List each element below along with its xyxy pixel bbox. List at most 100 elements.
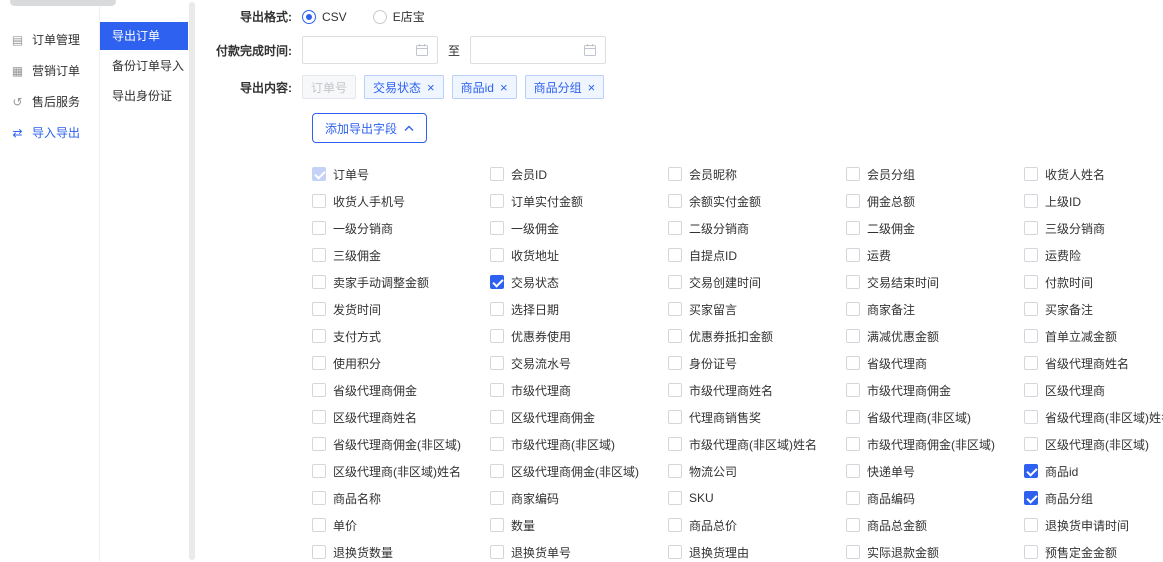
export-field-item[interactable]: 余额实付金额: [668, 192, 846, 210]
field-checkbox[interactable]: [668, 302, 682, 316]
export-field-item[interactable]: 商品总价: [668, 516, 846, 534]
field-checkbox[interactable]: [846, 410, 860, 424]
field-checkbox[interactable]: [1024, 167, 1038, 181]
field-checkbox[interactable]: [846, 221, 860, 235]
tag-close-icon[interactable]: ×: [427, 81, 435, 94]
field-checkbox[interactable]: [668, 437, 682, 451]
export-field-item[interactable]: 买家备注: [1024, 300, 1163, 318]
export-field-item[interactable]: 区级代理商佣金: [490, 408, 668, 426]
field-checkbox[interactable]: [668, 383, 682, 397]
export-field-item[interactable]: 卖家手动调整金额: [312, 273, 490, 291]
export-field-item[interactable]: 付款时间: [1024, 273, 1163, 291]
field-checkbox[interactable]: [1024, 302, 1038, 316]
export-field-item[interactable]: 订单实付金额: [490, 192, 668, 210]
field-checkbox[interactable]: [490, 545, 504, 559]
export-field-item[interactable]: 退换货申请时间: [1024, 516, 1163, 534]
field-checkbox[interactable]: [490, 248, 504, 262]
calendar-icon[interactable]: [583, 43, 597, 57]
field-checkbox[interactable]: [668, 329, 682, 343]
export-field-item[interactable]: SKU: [668, 489, 846, 507]
export-field-item[interactable]: 收货地址: [490, 246, 668, 264]
field-checkbox[interactable]: [1024, 194, 1038, 208]
field-checkbox[interactable]: [846, 194, 860, 208]
field-checkbox[interactable]: [846, 302, 860, 316]
sidebar-item[interactable]: ▤ 订单管理: [0, 24, 99, 55]
export-field-item[interactable]: 商品总金额: [846, 516, 1024, 534]
export-field-item[interactable]: 交易创建时间: [668, 273, 846, 291]
field-checkbox[interactable]: [312, 248, 326, 262]
field-checkbox[interactable]: [846, 491, 860, 505]
field-checkbox[interactable]: [668, 356, 682, 370]
export-field-item[interactable]: 商品名称: [312, 489, 490, 507]
field-checkbox[interactable]: [668, 275, 682, 289]
export-field-item[interactable]: 自提点ID: [668, 246, 846, 264]
field-checkbox[interactable]: [490, 410, 504, 424]
export-field-item[interactable]: 二级分销商: [668, 219, 846, 237]
export-field-item[interactable]: 区级代理商佣金(非区域): [490, 462, 668, 480]
export-field-item[interactable]: 省级代理商佣金(非区域): [312, 435, 490, 453]
export-field-item[interactable]: 交易流水号: [490, 354, 668, 372]
field-checkbox[interactable]: [668, 464, 682, 478]
field-checkbox[interactable]: [490, 194, 504, 208]
export-field-item[interactable]: 上级ID: [1024, 192, 1163, 210]
export-field-item[interactable]: 市级代理商佣金: [846, 381, 1024, 399]
export-field-item[interactable]: 市级代理商: [490, 381, 668, 399]
field-checkbox[interactable]: [668, 491, 682, 505]
export-field-item[interactable]: 交易状态: [490, 273, 668, 291]
field-checkbox[interactable]: [312, 464, 326, 478]
export-field-item[interactable]: 省级代理商(非区域)姓名: [1024, 408, 1163, 426]
export-field-item[interactable]: 市级代理商姓名: [668, 381, 846, 399]
export-field-item[interactable]: 市级代理商(非区域): [490, 435, 668, 453]
export-field-item[interactable]: 商家备注: [846, 300, 1024, 318]
export-field-item[interactable]: 一级佣金: [490, 219, 668, 237]
field-checkbox[interactable]: [846, 383, 860, 397]
export-field-item[interactable]: 退换货数量: [312, 543, 490, 561]
export-field-item[interactable]: 退换货理由: [668, 543, 846, 561]
field-checkbox[interactable]: [312, 221, 326, 235]
export-field-item[interactable]: 会员分组: [846, 165, 1024, 183]
field-checkbox[interactable]: [668, 167, 682, 181]
radio-icon[interactable]: [373, 10, 387, 24]
export-field-item[interactable]: 优惠券抵扣金额: [668, 327, 846, 345]
export-field-item[interactable]: 区级代理商(非区域)姓名: [312, 462, 490, 480]
pay-time-start-input[interactable]: [302, 36, 438, 64]
field-checkbox[interactable]: [1024, 356, 1038, 370]
sidebar-item[interactable]: ⇄ 导入导出: [0, 117, 99, 148]
field-checkbox[interactable]: [846, 329, 860, 343]
field-checkbox[interactable]: [668, 410, 682, 424]
export-field-item[interactable]: 发货时间: [312, 300, 490, 318]
radio-icon[interactable]: [302, 10, 316, 24]
export-field-item[interactable]: 三级佣金: [312, 246, 490, 264]
export-field-item[interactable]: 商品编码: [846, 489, 1024, 507]
field-checkbox[interactable]: [1024, 275, 1038, 289]
field-checkbox[interactable]: [490, 464, 504, 478]
export-field-item[interactable]: 订单号: [312, 165, 490, 183]
field-checkbox[interactable]: [846, 437, 860, 451]
export-field-item[interactable]: 交易结束时间: [846, 273, 1024, 291]
field-checkbox[interactable]: [312, 167, 326, 181]
export-field-item[interactable]: 商品分组: [1024, 489, 1163, 507]
calendar-icon[interactable]: [415, 43, 429, 57]
format-radio-option[interactable]: CSV: [302, 10, 347, 24]
field-checkbox[interactable]: [668, 221, 682, 235]
field-checkbox[interactable]: [490, 302, 504, 316]
export-field-item[interactable]: 买家留言: [668, 300, 846, 318]
export-field-item[interactable]: 二级佣金: [846, 219, 1024, 237]
field-checkbox[interactable]: [490, 221, 504, 235]
export-field-item[interactable]: 区级代理商(非区域): [1024, 435, 1163, 453]
field-checkbox[interactable]: [312, 491, 326, 505]
field-checkbox[interactable]: [490, 383, 504, 397]
field-checkbox[interactable]: [490, 329, 504, 343]
field-checkbox[interactable]: [1024, 248, 1038, 262]
field-checkbox[interactable]: [668, 518, 682, 532]
field-checkbox[interactable]: [312, 545, 326, 559]
export-field-item[interactable]: 实际退款金额: [846, 543, 1024, 561]
export-field-item[interactable]: 首单立减金额: [1024, 327, 1163, 345]
export-field-item[interactable]: 省级代理商: [846, 354, 1024, 372]
scrollbar-thumb[interactable]: [189, 2, 195, 560]
export-field-item[interactable]: 省级代理商姓名: [1024, 354, 1163, 372]
export-field-item[interactable]: 市级代理商(非区域)姓名: [668, 435, 846, 453]
field-checkbox[interactable]: [312, 410, 326, 424]
pay-time-start-field[interactable]: [311, 43, 415, 57]
export-field-item[interactable]: 佣金总额: [846, 192, 1024, 210]
